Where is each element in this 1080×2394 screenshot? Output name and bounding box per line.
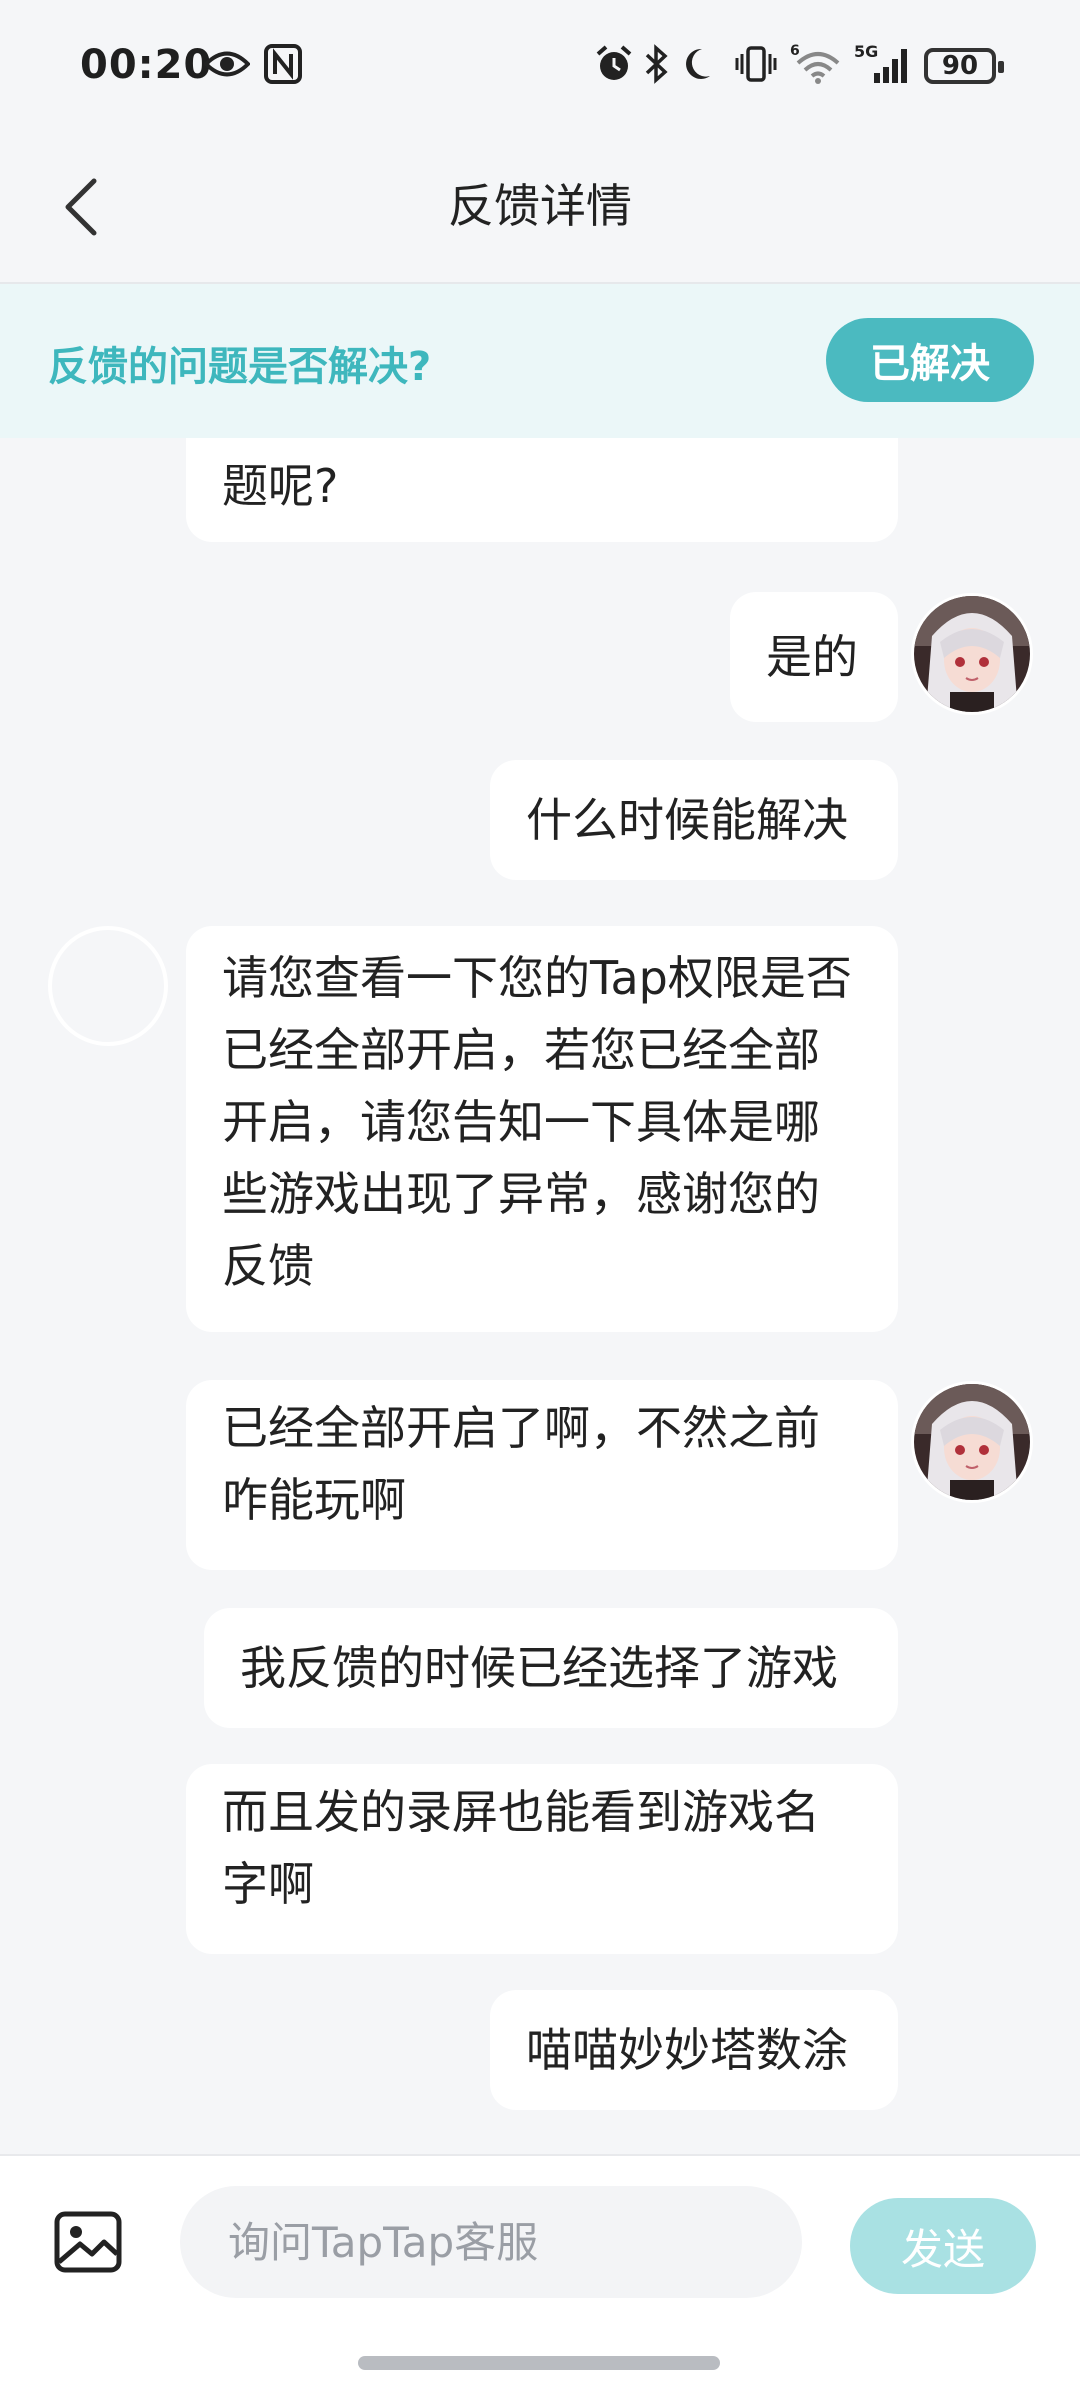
- user-message: 什么时候能解决: [490, 760, 898, 880]
- alarm-icon: [594, 44, 634, 84]
- image-icon: [54, 2211, 122, 2273]
- user-message: 我反馈的时候已经选择了游戏: [204, 1608, 898, 1728]
- vibrate-icon: [734, 44, 778, 84]
- bluetooth-icon: [644, 44, 670, 84]
- eye-icon: [204, 44, 250, 84]
- battery-icon: 90: [924, 48, 1004, 84]
- user-message: 是的: [730, 592, 898, 722]
- message-input[interactable]: [180, 2186, 802, 2298]
- nfc-icon: [264, 44, 302, 84]
- user-message: 喵喵妙妙塔数涂: [490, 1990, 898, 2110]
- signal-icon: 5G: [854, 43, 914, 84]
- agent-message: 题呢?: [186, 438, 898, 542]
- resolved-button[interactable]: 已解决: [826, 318, 1034, 402]
- page-title: 反馈详情: [448, 179, 632, 233]
- user-avatar[interactable]: [914, 596, 1030, 712]
- send-button[interactable]: 发送: [850, 2198, 1036, 2294]
- header: 反馈详情: [0, 130, 1080, 284]
- home-indicator[interactable]: [358, 2356, 720, 2370]
- image-button[interactable]: [52, 2206, 124, 2278]
- moon-icon: [684, 44, 720, 84]
- user-message: 而且发的录屏也能看到游戏名字啊: [186, 1764, 898, 1954]
- user-message: 已经全部开启了啊，不然之前咋能玩啊: [186, 1380, 898, 1570]
- status-bar: 00:20 6 5G 90: [0, 0, 1080, 130]
- agent-message: 请您查看一下您的Tap权限是否已经全部开启，若您已经全部开启，请您告知一下具体是…: [186, 926, 898, 1332]
- resolution-banner: 反馈的问题是否解决? 已解决: [0, 284, 1080, 438]
- input-bar: 发送: [0, 2154, 1080, 2394]
- svg-text:5G: 5G: [854, 43, 878, 61]
- svg-text:6: 6: [790, 43, 800, 59]
- user-avatar[interactable]: [914, 1384, 1030, 1500]
- chat-area[interactable]: 题呢? 是的 什么时候能解决 请您查看一下您的Tap权限是否已经全部开启，若您已…: [0, 438, 1080, 2154]
- wifi-icon: 6: [790, 43, 846, 84]
- resolution-question: 反馈的问题是否解决?: [48, 344, 432, 390]
- status-time: 00:20: [80, 42, 213, 88]
- agent-avatar[interactable]: [48, 926, 168, 1046]
